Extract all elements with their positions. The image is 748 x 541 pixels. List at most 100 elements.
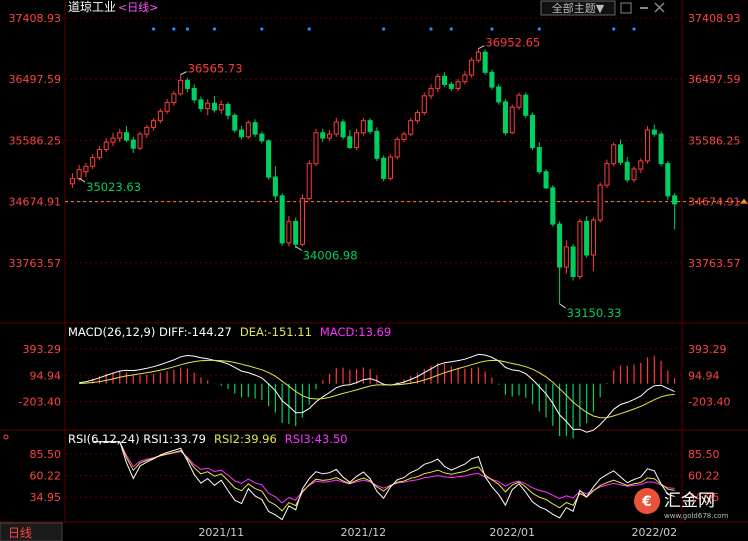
theme-button-label[interactable]: 全部主题▼ (552, 1, 605, 15)
event-marker-dot (151, 27, 156, 31)
candle-down (624, 161, 630, 181)
candle-up (83, 165, 89, 173)
candle-up (96, 149, 102, 159)
candle-up (151, 120, 157, 128)
price-y-tick-left: 34674.91 (9, 196, 62, 209)
price-y-tick-left: 36497.59 (9, 73, 62, 86)
candle-up (178, 79, 184, 95)
event-marker-dot (172, 27, 176, 31)
macd-y-tick-left: -203.40 (19, 396, 61, 409)
price-y-tick-right: 36497.59 (688, 73, 741, 86)
candle-up (469, 59, 475, 76)
stock-chart: 37408.93 37408.93 36497.59 36497.59 35586.25… (0, 0, 748, 541)
event-marker-dot (449, 27, 453, 31)
candle-up (475, 51, 481, 61)
candle-down (651, 129, 657, 135)
candle-up (299, 198, 305, 245)
event-marker-dot (429, 27, 433, 31)
candle-down (279, 195, 285, 244)
candle-up (110, 137, 116, 143)
candle-down (672, 195, 678, 205)
event-marker-dot (632, 27, 636, 31)
rsi-y-tick-left: 60.22 (30, 470, 62, 483)
event-marker-dot (382, 27, 386, 31)
candle-up (638, 160, 644, 170)
candle-up (590, 219, 596, 256)
price-y-tick-left: 35586.25 (9, 134, 62, 147)
price-annotation-low: 35023.63 (86, 180, 141, 194)
candle-up (563, 246, 569, 268)
price-y-tick-right: 35586.25 (688, 134, 741, 147)
x-axis-tick-label: 2022/01 (489, 526, 535, 539)
candle-down (239, 129, 245, 138)
candle-up (218, 104, 224, 111)
macd-value-label: MACD:13.69 (320, 325, 391, 339)
event-marker-dot (212, 27, 217, 31)
event-marker-dot (260, 27, 264, 31)
macd-y-tick-left: 94.94 (30, 369, 62, 382)
candle-up (577, 220, 583, 277)
macd-y-tick-left: 393.29 (23, 343, 62, 356)
chart-title: 道琼工业 (68, 0, 116, 14)
candle-up (157, 110, 163, 122)
candle-up (455, 81, 461, 89)
event-marker-dot (612, 27, 616, 31)
price-annotation-high: 36952.65 (485, 36, 540, 50)
rsi3-label: RSI3:43.50 (285, 432, 348, 446)
candle-up (69, 177, 75, 185)
candle-up (421, 95, 427, 114)
candle-up (516, 94, 522, 108)
candle-up (435, 75, 441, 89)
candle-down (543, 171, 549, 189)
candle-up (306, 163, 312, 200)
background (0, 0, 748, 541)
watermark-logo-text: 汇金网 (664, 491, 715, 511)
price-y-tick-left: 37408.93 (9, 12, 62, 25)
candle-down (211, 102, 218, 111)
bottom-tab-label[interactable]: 日线 (8, 526, 32, 540)
candle-up (137, 133, 143, 149)
candle-down (550, 187, 556, 225)
macd-dea-label: DEA:-151.11 (240, 325, 312, 339)
rsi-y-tick-left: 85.50 (30, 448, 62, 461)
candle-down (496, 86, 502, 103)
candle-down (266, 140, 272, 178)
candle-up (428, 87, 434, 97)
candle-up (76, 169, 82, 179)
candle-up (354, 132, 360, 149)
candle-up (245, 122, 251, 138)
candle-up (394, 138, 400, 158)
candle-up (645, 129, 651, 162)
candle-down (584, 220, 590, 256)
period-label: <日线> (118, 0, 158, 14)
price-annotation-high: 36565.73 (188, 62, 243, 76)
candle-up (597, 184, 603, 221)
candle-down (232, 114, 238, 131)
event-marker-dot (490, 27, 494, 31)
candle-up (387, 156, 393, 179)
candle-up (171, 93, 177, 104)
rsi2-label: RSI2:39.96 (214, 432, 277, 446)
macd-y-tick-right: 393.29 (688, 343, 727, 356)
candle-down (184, 79, 190, 89)
candle-up (611, 144, 617, 165)
candle-down (482, 51, 488, 73)
candle-down (367, 120, 373, 132)
candle-up (414, 112, 421, 122)
candle-down (381, 157, 387, 179)
candle-up (164, 102, 170, 112)
candle-up (144, 126, 150, 135)
candle-down (536, 147, 542, 173)
event-marker-dot (185, 27, 190, 31)
candle-up (408, 120, 414, 135)
candle-down (374, 130, 380, 159)
macd-y-tick-right: 94.94 (688, 369, 720, 382)
candle-up (90, 157, 96, 167)
candle-down (658, 133, 664, 165)
rsi-y-tick-right: 85.50 (688, 448, 720, 461)
candle-up (313, 132, 319, 165)
rsi1-label: RSI(6,12,24) RSI1:33.79 (68, 432, 206, 446)
candle-down (448, 83, 454, 89)
macd-diff-label: MACD(26,12,9) DIFF:-144.27 (68, 325, 232, 339)
candle-down (198, 99, 204, 110)
